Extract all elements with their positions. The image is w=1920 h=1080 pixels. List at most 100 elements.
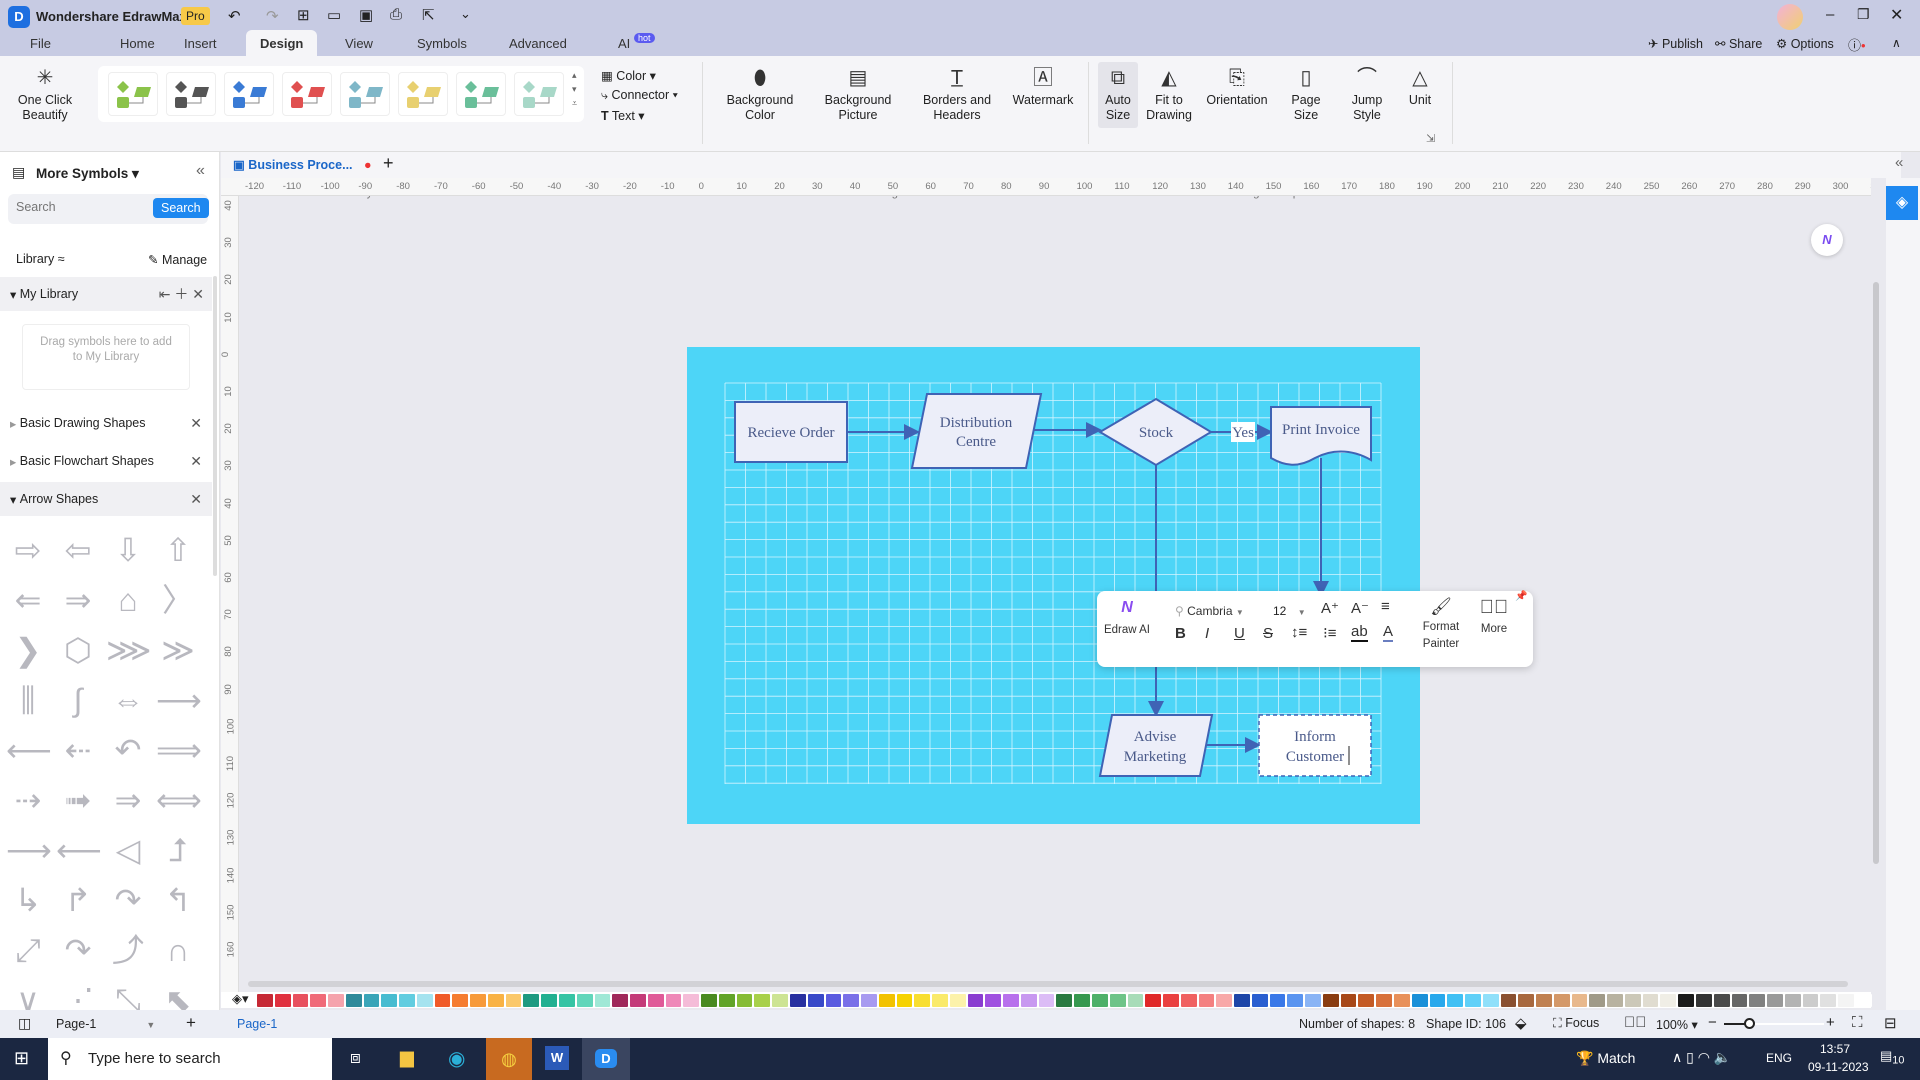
arrow-shape-right-long-icon[interactable]: ⟹ — [156, 728, 202, 772]
system-tray-icons[interactable]: ∧ ▯ ◠ 🔈 — [1672, 1049, 1731, 1066]
arrow-shape-left-icon[interactable]: ⇦ — [56, 528, 100, 572]
text-button[interactable]: T Text ▾ — [601, 108, 645, 123]
color-swatch[interactable] — [292, 993, 309, 1007]
color-swatch[interactable] — [914, 993, 931, 1007]
color-swatch[interactable] — [416, 993, 433, 1007]
color-swatch[interactable] — [807, 993, 824, 1007]
color-swatch[interactable] — [1642, 993, 1659, 1007]
windows-start-icon[interactable]: ⊞ — [14, 1048, 29, 1069]
color-swatch[interactable] — [594, 993, 611, 1007]
new-icon[interactable]: ⊞ — [297, 6, 310, 24]
library-actions[interactable]: ⇤ ＋ ✕ — [159, 284, 204, 304]
taskbar-search[interactable]: ⚲ Type here to search — [48, 1038, 332, 1080]
menu-tab-file[interactable]: File — [30, 36, 51, 51]
arrow-shape-corner-down-icon[interactable]: ↳ — [6, 878, 50, 922]
unit-button[interactable]: △ Unit — [1400, 66, 1440, 108]
page-size-button[interactable]: ▯ Page Size — [1284, 66, 1328, 123]
arrow-shape-left-tri-icon[interactable]: ◁ — [106, 828, 150, 872]
manage-button[interactable]: ✎ Manage — [148, 252, 207, 267]
app-icon-orange[interactable]: ◍ — [486, 1038, 532, 1080]
color-swatch[interactable] — [985, 993, 1002, 1007]
section-arrow-shapes[interactable]: ▾ Arrow Shapes ✕ — [0, 482, 212, 516]
color-swatch[interactable] — [1855, 993, 1872, 1007]
color-swatch[interactable] — [1713, 993, 1730, 1007]
beautify-style-2[interactable] — [166, 72, 216, 116]
arrow-shape-right-open-icon[interactable]: ⇒ — [106, 778, 150, 822]
arrow-shape-left-right-open-icon[interactable]: ⟺ — [156, 778, 202, 822]
color-swatch[interactable] — [1376, 993, 1392, 1007]
color-swatch[interactable] — [772, 993, 788, 1007]
focus-button[interactable]: ⛶ Focus — [1553, 1016, 1599, 1031]
color-swatch[interactable] — [1536, 993, 1552, 1007]
color-swatch[interactable] — [878, 993, 895, 1007]
edge-icon[interactable]: ◉ — [448, 1046, 465, 1071]
zoom-slider-handle[interactable] — [1744, 1018, 1755, 1029]
arrow-shape-corner-up-icon[interactable]: ↱ — [56, 878, 100, 922]
color-swatch[interactable] — [559, 993, 575, 1007]
search-button[interactable]: Search — [153, 198, 209, 218]
color-swatch[interactable] — [1145, 993, 1162, 1007]
color-swatch[interactable] — [1447, 993, 1464, 1007]
beautify-style-6[interactable] — [398, 72, 448, 116]
pin-icon[interactable]: 📌 — [1515, 591, 1527, 602]
bold-icon[interactable]: B — [1175, 625, 1186, 642]
color-swatch[interactable] — [861, 993, 877, 1007]
arrow-shape-up-corner-icon[interactable]: ⮥ — [156, 828, 200, 872]
decrease-font-icon[interactable]: A⁻ — [1351, 599, 1369, 617]
color-swatch[interactable] — [310, 993, 327, 1007]
italic-icon[interactable]: I — [1205, 625, 1209, 642]
collapse-ribbon-icon[interactable]: ∧ — [1892, 36, 1901, 50]
beautify-style-5[interactable] — [340, 72, 390, 116]
color-swatch[interactable] — [967, 993, 984, 1007]
color-swatch[interactable] — [701, 993, 717, 1007]
color-swatch[interactable] — [399, 993, 415, 1007]
color-swatch[interactable] — [1696, 993, 1712, 1007]
restore-button[interactable]: ❐ — [1857, 6, 1870, 23]
section-basic-flowchart-shapes[interactable]: ▸ Basic Flowchart Shapes ✕ — [0, 444, 212, 478]
color-swatch[interactable] — [789, 993, 806, 1007]
color-swatch[interactable] — [647, 993, 664, 1007]
color-swatch[interactable] — [1091, 993, 1108, 1007]
color-swatch[interactable] — [1553, 993, 1570, 1007]
close-section-icon[interactable]: ✕ — [190, 415, 202, 432]
color-swatch[interactable] — [1163, 993, 1179, 1007]
color-swatch[interactable] — [1003, 993, 1019, 1007]
page-tab[interactable]: Page-1 — [237, 1017, 277, 1031]
close-section-icon[interactable]: ✕ — [190, 453, 202, 470]
arrow-shape-double-chevron-icon[interactable]: ≫ — [156, 628, 200, 672]
shape-distribution-centre[interactable]: Distribution Centre — [910, 393, 1043, 469]
edraw-ai-button[interactable]: N Edraw AI — [1099, 599, 1155, 643]
page-select[interactable]: Page-1 ▼ — [56, 1017, 155, 1031]
color-swatch[interactable] — [736, 993, 753, 1007]
color-swatch[interactable] — [1322, 993, 1339, 1007]
fit-page-icon[interactable]: ⊟ — [1884, 1014, 1897, 1032]
arrow-shape-hexagon-icon[interactable]: ⬡ — [56, 628, 100, 672]
more-symbols-dropdown[interactable]: More Symbols ▾ — [36, 166, 139, 182]
format-panel-button[interactable]: ◈ — [1886, 186, 1918, 220]
layers-icon[interactable]: ⬙ — [1515, 1014, 1527, 1032]
arrow-shape-left-block-icon[interactable]: ⇠ — [56, 728, 100, 772]
align-icon[interactable]: ≡ — [1381, 598, 1390, 615]
arrow-shape-chevron-up-icon[interactable]: ⌂ — [106, 578, 150, 622]
font-family-select[interactable]: ⚲ Cambria ▼ — [1171, 599, 1257, 623]
increase-font-icon[interactable]: A⁺ — [1321, 599, 1339, 617]
color-swatch[interactable] — [843, 993, 860, 1007]
menu-tab-design[interactable]: Design — [246, 30, 318, 56]
arrow-shape-right-line-icon[interactable]: ⟶ — [6, 828, 52, 872]
match-widget[interactable]: 🏆 Match — [1576, 1050, 1635, 1067]
color-swatch[interactable] — [1216, 993, 1233, 1007]
arrow-shape-left-thin-icon[interactable]: ⟵ — [6, 728, 52, 772]
close-section-icon[interactable]: ✕ — [190, 491, 202, 508]
arrow-shape-right-thin-icon[interactable]: ⟶ — [156, 678, 202, 722]
arrow-shape-right-icon[interactable]: ⇨ — [6, 528, 50, 572]
color-swatch[interactable] — [1838, 993, 1854, 1007]
arrow-shape-up-icon[interactable]: ⇧ — [156, 528, 200, 572]
menu-tab-home[interactable]: Home — [120, 36, 155, 51]
zoom-slider[interactable] — [1724, 1018, 1824, 1029]
user-avatar[interactable] — [1777, 4, 1803, 30]
color-swatch[interactable] — [1305, 993, 1321, 1007]
strikethrough-icon[interactable]: S — [1263, 625, 1273, 642]
jump-style-button[interactable]: ⌒ Jump Style — [1344, 66, 1390, 123]
color-swatch[interactable] — [1180, 993, 1197, 1007]
fullscreen-icon[interactable]: ⛶ — [1852, 1014, 1863, 1031]
